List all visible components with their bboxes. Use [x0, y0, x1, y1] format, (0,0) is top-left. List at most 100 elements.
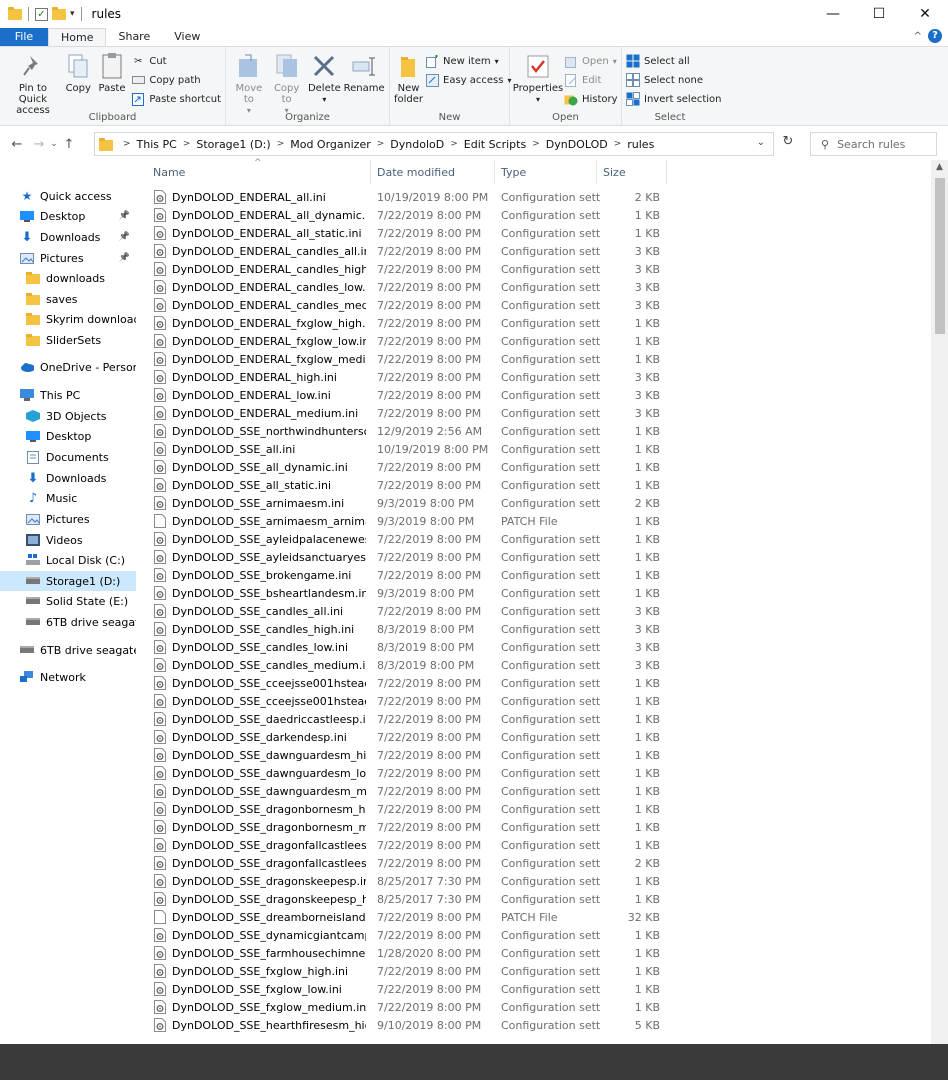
- nav-item-network[interactable]: Network: [0, 667, 136, 687]
- breadcrumb-dyndolod[interactable]: DynDOLOD: [546, 138, 608, 151]
- file-row[interactable]: DynDOLOD_SSE_dynamicgiantcampfires... 7/2…: [146, 926, 666, 944]
- nav-item-quick-access[interactable]: ★ Quick access: [0, 186, 136, 206]
- file-row[interactable]: DynDOLOD_SSE_northwindhunterscabin... 12/…: [146, 422, 666, 440]
- column-header-size[interactable]: Size: [597, 160, 667, 184]
- file-row[interactable]: DynDOLOD_SSE_dawnguardesm_high.ini 7/22/2…: [146, 746, 666, 764]
- nav-item-onedrive-personal[interactable]: OneDrive - Personal: [0, 357, 136, 377]
- file-row[interactable]: DynDOLOD_SSE_ayleidsanctuaryesp.ini 7/22/…: [146, 548, 666, 566]
- vertical-scrollbar[interactable]: ▲: [931, 160, 948, 1044]
- copy-path-button[interactable]: Copy path: [131, 72, 221, 88]
- nav-item-this-pc[interactable]: This PC: [0, 385, 136, 405]
- cut-button[interactable]: ✂ Cut: [131, 53, 221, 69]
- help-icon[interactable]: ?: [928, 29, 942, 43]
- breadcrumb-this-pc[interactable]: This PC: [137, 138, 177, 151]
- file-row[interactable]: DynDOLOD_ENDERAL_high.ini 7/22/2019 8:00 …: [146, 368, 666, 386]
- file-row[interactable]: DynDOLOD_ENDERAL_fxglow_medium.ini 7/22/2…: [146, 350, 666, 368]
- column-header-type[interactable]: Type: [495, 160, 597, 184]
- file-row[interactable]: DynDOLOD_SSE_all.ini 10/19/2019 8:00 PM Co…: [146, 440, 666, 458]
- file-row[interactable]: DynDOLOD_SSE_brokengame.ini 7/22/2019 8:0…: [146, 566, 666, 584]
- breadcrumb-dyndolod-root[interactable]: DyndoloD: [390, 138, 444, 151]
- breadcrumb-chevron-icon[interactable]: >: [183, 139, 191, 149]
- file-row[interactable]: DynDOLOD_SSE_arnimaesm_arnimadupli... 9/3…: [146, 512, 666, 530]
- nav-item-pictures[interactable]: Pictures 📌: [0, 248, 136, 268]
- nav-item-slidersets[interactable]: SliderSets: [0, 330, 136, 350]
- nav-item-downloads[interactable]: downloads: [0, 268, 136, 288]
- file-row[interactable]: DynDOLOD_SSE_dawnguardesm_low.ini 7/22/20…: [146, 764, 666, 782]
- maximize-button[interactable]: ☐: [856, 0, 902, 28]
- new-folder-quick-icon[interactable]: [52, 6, 66, 20]
- close-button[interactable]: ✕: [902, 0, 948, 28]
- file-row[interactable]: DynDOLOD_SSE_dreamborneislandsesp_... 7/2…: [146, 908, 666, 926]
- tab-home[interactable]: Home: [48, 28, 107, 46]
- file-row[interactable]: DynDOLOD_SSE_dragonfallcastleesp_hig... 7…: [146, 854, 666, 872]
- file-row[interactable]: DynDOLOD_SSE_dragonfallcastleesp.ini 7/22…: [146, 836, 666, 854]
- back-arrow-icon[interactable]: ←: [8, 137, 26, 152]
- nav-item-local-disk-c[interactable]: Local Disk (C:): [0, 550, 136, 570]
- breadcrumb-chevron-icon[interactable]: >: [123, 139, 131, 149]
- file-row[interactable]: DynDOLOD_SSE_arnimaesm.ini 9/3/2019 8:00 …: [146, 494, 666, 512]
- file-row[interactable]: DynDOLOD_SSE_candles_low.ini 8/3/2019 8:0…: [146, 638, 666, 656]
- nav-item-pictures[interactable]: Pictures: [0, 509, 136, 529]
- breadcrumb-mod-organizer[interactable]: Mod Organizer: [290, 138, 371, 151]
- nav-item-3d-objects[interactable]: 3D Objects: [0, 406, 136, 426]
- file-row[interactable]: DynDOLOD_ENDERAL_candles_low.ini 7/22/201…: [146, 278, 666, 296]
- nav-item-solid-state-e[interactable]: Solid State (E:): [0, 591, 136, 611]
- file-row[interactable]: DynDOLOD_ENDERAL_fxglow_low.ini 7/22/2019…: [146, 332, 666, 350]
- file-row[interactable]: DynDOLOD_ENDERAL_candles_all.ini 7/22/201…: [146, 242, 666, 260]
- collapse-ribbon-icon[interactable]: ^: [914, 31, 922, 42]
- file-row[interactable]: DynDOLOD_SSE_fxglow_low.ini 7/22/2019 8:0…: [146, 980, 666, 998]
- search-box[interactable]: ⚲ Search rules: [810, 132, 937, 156]
- up-arrow-icon[interactable]: ↑: [60, 137, 78, 152]
- breadcrumb-chevron-icon[interactable]: >: [532, 139, 540, 149]
- file-row[interactable]: DynDOLOD_SSE_all_dynamic.ini 7/22/2019 8:…: [146, 458, 666, 476]
- paste-shortcut-button[interactable]: Paste shortcut: [131, 91, 221, 107]
- properties-quick-icon[interactable]: ✓: [35, 7, 48, 21]
- file-row[interactable]: DynDOLOD_SSE_dragonskeepesp.ini 8/25/2017…: [146, 872, 666, 890]
- file-row[interactable]: DynDOLOD_ENDERAL_all_static.ini 7/22/2019…: [146, 224, 666, 242]
- breadcrumb-storage1[interactable]: Storage1 (D:): [196, 138, 270, 151]
- new-item-button[interactable]: New item ▾: [425, 53, 511, 69]
- scrollbar-thumb[interactable]: [935, 178, 945, 334]
- select-all-button[interactable]: Select all: [626, 53, 722, 69]
- nav-item-downloads[interactable]: ⬇ Downloads 📌: [0, 227, 136, 247]
- file-row[interactable]: DynDOLOD_SSE_cceejsse001hsteadesm.ini 7/2…: [146, 674, 666, 692]
- nav-item-skyrim-downloads[interactable]: Skyrim downloads: [0, 309, 136, 329]
- nav-item-desktop[interactable]: Desktop 📌: [0, 206, 136, 226]
- file-row[interactable]: DynDOLOD_SSE_candles_all.ini 7/22/2019 8:…: [146, 602, 666, 620]
- select-none-button[interactable]: Select none: [626, 72, 722, 88]
- breadcrumb-chevron-icon[interactable]: >: [377, 139, 385, 149]
- address-dropdown-icon[interactable]: ⌄: [757, 137, 765, 148]
- nav-item-videos[interactable]: Videos: [0, 530, 136, 550]
- address-bar[interactable]: > This PC > Storage1 (D:) > Mod Organize…: [94, 132, 774, 156]
- file-row[interactable]: DynDOLOD_ENDERAL_candles_high.ini 7/22/20…: [146, 260, 666, 278]
- file-row[interactable]: DynDOLOD_SSE_dragonbornesm_mediu... 7/22/…: [146, 818, 666, 836]
- file-row[interactable]: DynDOLOD_SSE_dawnguardesm_mediu... 7/22/2…: [146, 782, 666, 800]
- nav-item-storage1-d[interactable]: Storage1 (D:): [0, 571, 136, 591]
- tab-view[interactable]: View: [162, 28, 212, 46]
- open-button[interactable]: Open ▾: [564, 53, 618, 69]
- file-row[interactable]: DynDOLOD_SSE_bsheartlandesm.ini 9/3/2019 …: [146, 584, 666, 602]
- breadcrumb-chevron-icon[interactable]: >: [277, 139, 285, 149]
- file-row[interactable]: DynDOLOD_SSE_dragonbornesm_high.ini 7/22/…: [146, 800, 666, 818]
- nav-item-desktop[interactable]: Desktop: [0, 426, 136, 446]
- customize-toolbar-dropdown-icon[interactable]: ▾: [70, 9, 75, 19]
- file-row[interactable]: DynDOLOD_ENDERAL_all.ini 10/19/2019 8:00 …: [146, 188, 666, 206]
- breadcrumb-rules[interactable]: rules: [627, 138, 654, 151]
- file-row[interactable]: DynDOLOD_SSE_dragonskeepesp_high.ini 8/25…: [146, 890, 666, 908]
- recent-locations-chevron-icon[interactable]: ⌄: [48, 139, 60, 149]
- breadcrumb-chevron-icon[interactable]: >: [450, 139, 458, 149]
- breadcrumb-edit-scripts[interactable]: Edit Scripts: [464, 138, 526, 151]
- tab-share[interactable]: Share: [106, 28, 162, 46]
- refresh-icon[interactable]: ↻: [778, 134, 798, 149]
- nav-item-documents[interactable]: Documents: [0, 447, 136, 467]
- file-row[interactable]: DynDOLOD_SSE_darkendesp.ini 7/22/2019 8:0…: [146, 728, 666, 746]
- file-row[interactable]: DynDOLOD_SSE_fxglow_high.ini 7/22/2019 8:…: [146, 962, 666, 980]
- file-row[interactable]: DynDOLOD_SSE_farmhousechimneysesp... 1/28…: [146, 944, 666, 962]
- breadcrumb-chevron-icon[interactable]: >: [614, 139, 622, 149]
- file-row[interactable]: DynDOLOD_SSE_hearthfiresesm_high.ini 9/10…: [146, 1016, 666, 1034]
- nav-item-6tb-drive-seagate-y[interactable]: 6TB drive seagate (Y:): [0, 640, 136, 660]
- easy-access-button[interactable]: Easy access ▾: [425, 72, 512, 88]
- nav-item-saves[interactable]: saves: [0, 289, 136, 309]
- invert-selection-button[interactable]: Invert selection: [626, 91, 722, 107]
- nav-item-music[interactable]: ♪ Music: [0, 488, 136, 508]
